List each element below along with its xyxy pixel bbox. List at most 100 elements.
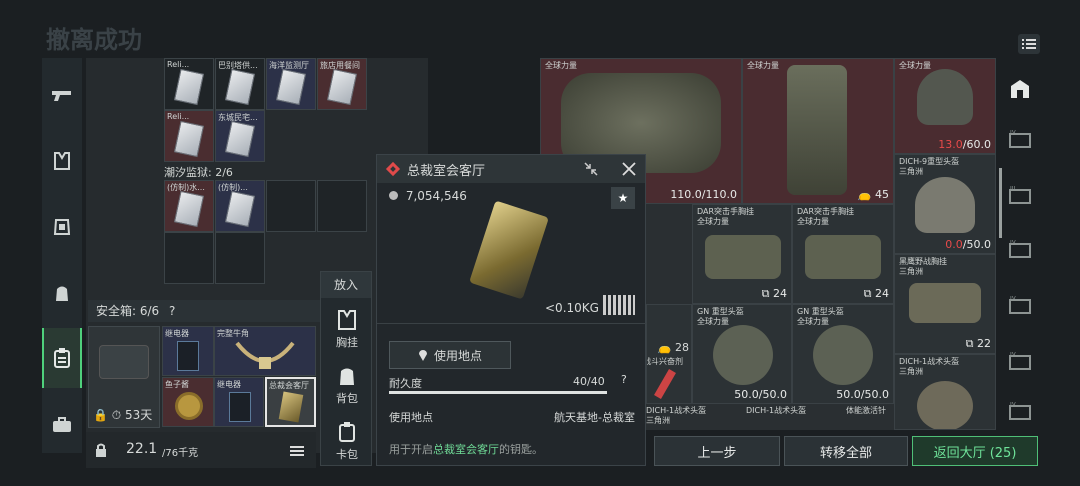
- safe-item-president-key[interactable]: 总裁会客厅: [265, 377, 316, 427]
- safe-item-caviar[interactable]: 鱼子酱: [162, 377, 214, 427]
- chest-rig-item[interactable]: DAR突击手胸挂 全球力量 ⧉ 24: [692, 204, 792, 304]
- relay-icon: [177, 341, 199, 371]
- put-in-menu: 放入 胸挂 背包 卡包: [320, 271, 372, 466]
- helmet-image: [917, 381, 973, 429]
- helmet-item[interactable]: DICH-9重型头盔 三角洲 0.0/50.0: [894, 154, 996, 254]
- chest-rig-image: [909, 283, 981, 323]
- gold-keycard-image: [469, 200, 549, 300]
- relay-icon: [229, 392, 251, 422]
- key-diamond-icon: [385, 161, 401, 177]
- stim-item[interactable]: 👝 28 战斗兴奋剂: [646, 304, 692, 404]
- keycard-slot[interactable]: (仿制)...: [215, 180, 265, 232]
- empty-slot[interactable]: [266, 180, 316, 232]
- chest-rig-icon: [338, 310, 356, 330]
- item-price: 7,054,546: [405, 189, 467, 203]
- empty-slot[interactable]: [215, 232, 265, 284]
- keycard-slot[interactable]: 旅店用餐间: [317, 58, 367, 110]
- lock-icon: [94, 442, 108, 461]
- favorite-star-icon[interactable]: ★: [611, 187, 635, 209]
- empty-slot[interactable]: [317, 180, 367, 232]
- chest-rig-item[interactable]: 黑鹰野战胸挂 三角洲 ⧉ 22: [894, 254, 996, 354]
- scrollbar[interactable]: [999, 168, 1002, 238]
- safe-box-header: 安全箱: 6/6 ?: [88, 300, 338, 322]
- put-in-chest-rig[interactable]: 胸挂: [321, 310, 373, 350]
- medkit-category-icon[interactable]: [42, 402, 82, 448]
- put-in-title: 放入: [321, 272, 371, 298]
- slot-tab-icon[interactable]: IV: [1004, 346, 1036, 376]
- safe-item-relay[interactable]: 继电器: [214, 377, 264, 427]
- keycard-slot[interactable]: Reli...: [164, 110, 214, 162]
- svg-text:IV: IV: [1010, 240, 1017, 246]
- durability-value: 40/40: [573, 375, 605, 388]
- keycard-slot[interactable]: 巴别塔供...: [215, 58, 265, 110]
- durability-fill: [389, 391, 607, 394]
- durability-bar: [389, 391, 607, 394]
- slot-tab-icon[interactable]: IV: [1004, 290, 1036, 320]
- popup-header: 总裁室会客厅: [377, 155, 645, 183]
- keycard-slot[interactable]: 海洋监测厅: [266, 58, 316, 110]
- weight-current: 22.1: [126, 441, 158, 457]
- weight-bar: 22.1 /76千克: [86, 432, 316, 468]
- chest-rig-category-icon[interactable]: [42, 138, 82, 184]
- safe-box-timer: 🔒 ⏱ 53天: [93, 408, 153, 422]
- slot-tab-icon[interactable]: III: [1004, 180, 1036, 210]
- return-lobby-button[interactable]: 返回大厅 (25): [912, 436, 1038, 466]
- help-icon[interactable]: ?: [169, 304, 175, 318]
- close-icon[interactable]: [621, 161, 637, 181]
- back-button[interactable]: 上一步: [654, 436, 780, 466]
- slot-tab-icon[interactable]: IV: [1004, 124, 1036, 154]
- keycard-icon: [275, 68, 307, 106]
- menu-list-icon[interactable]: [1018, 34, 1040, 54]
- empty-slot[interactable]: [164, 232, 214, 284]
- card-case-icon: [339, 422, 355, 442]
- popup-title: 总裁室会客厅: [407, 163, 486, 179]
- helmet-item[interactable]: GN 重型头盔 全球力量 50.0/50.0: [792, 304, 894, 404]
- helmet-item[interactable]: 全球力量 13.0/60.0: [894, 58, 996, 154]
- svg-text:IV: IV: [1010, 130, 1017, 136]
- gun-category-icon[interactable]: [42, 72, 82, 118]
- collapse-icon[interactable]: [583, 161, 599, 181]
- keycard-category-icon[interactable]: [42, 328, 82, 388]
- price-row: 7,054,546: [389, 189, 467, 203]
- backpack-item[interactable]: 全球力量 👝 45: [742, 58, 894, 204]
- helmet-item[interactable]: DICH-1战术头盔 三角洲: [894, 354, 996, 430]
- right-tab-nav: IV III IV IV IV IV: [1000, 68, 1040, 438]
- chest-rig-image: [805, 235, 881, 279]
- keycard-icon: [224, 68, 256, 106]
- list-icon[interactable]: [290, 442, 304, 461]
- grid-size-icon: [603, 295, 635, 315]
- gold-keycard-icon: [278, 391, 304, 423]
- page-title: 撤离成功: [46, 26, 142, 54]
- safe-box-icon: [99, 345, 149, 379]
- svg-text:IV: IV: [1010, 402, 1017, 408]
- armor-category-icon[interactable]: [42, 204, 82, 250]
- keycard-slot[interactable]: (仿制)水...: [164, 180, 214, 232]
- keycard-icon: [224, 120, 256, 158]
- keycard-slot[interactable]: Reli...: [164, 58, 214, 110]
- safe-item-horn[interactable]: 完整牛角: [214, 326, 316, 376]
- chest-rig-image: [705, 235, 781, 279]
- svg-text:IV: IV: [1010, 296, 1017, 302]
- container-tab-icon[interactable]: [1004, 74, 1036, 104]
- location-label: 使用地点: [389, 411, 433, 424]
- keycard-slot[interactable]: 东城民宅...: [215, 110, 265, 162]
- put-in-backpack[interactable]: 背包: [321, 366, 373, 406]
- safe-box-container[interactable]: 🔒 ⏱ 53天: [88, 326, 160, 428]
- backpack-category-icon[interactable]: [42, 270, 82, 316]
- keycard-icon: [173, 120, 205, 158]
- chest-rig-item[interactable]: DAR突击手胸挂 全球力量 ⧉ 24: [792, 204, 894, 304]
- svg-text:IV: IV: [1010, 352, 1017, 358]
- slot-tab-icon[interactable]: IV: [1004, 234, 1036, 264]
- transfer-all-button[interactable]: 转移全部: [784, 436, 908, 466]
- prison-section-label: 潮汐监狱: 2/6: [164, 166, 233, 179]
- safe-item-relay[interactable]: 继电器: [162, 326, 214, 376]
- horn-icon: [235, 341, 295, 369]
- durability-help-icon[interactable]: ?: [621, 373, 627, 386]
- helmet-image: [917, 69, 973, 125]
- keycard-icon: [224, 190, 256, 228]
- use-location-button[interactable]: 使用地点: [389, 341, 511, 369]
- put-in-card-case[interactable]: 卡包: [321, 422, 373, 462]
- slot-tab-icon[interactable]: IV: [1004, 396, 1036, 426]
- backpack-icon: [340, 368, 354, 385]
- helmet-item[interactable]: GN 重型头盔 全球力量 50.0/50.0: [692, 304, 792, 404]
